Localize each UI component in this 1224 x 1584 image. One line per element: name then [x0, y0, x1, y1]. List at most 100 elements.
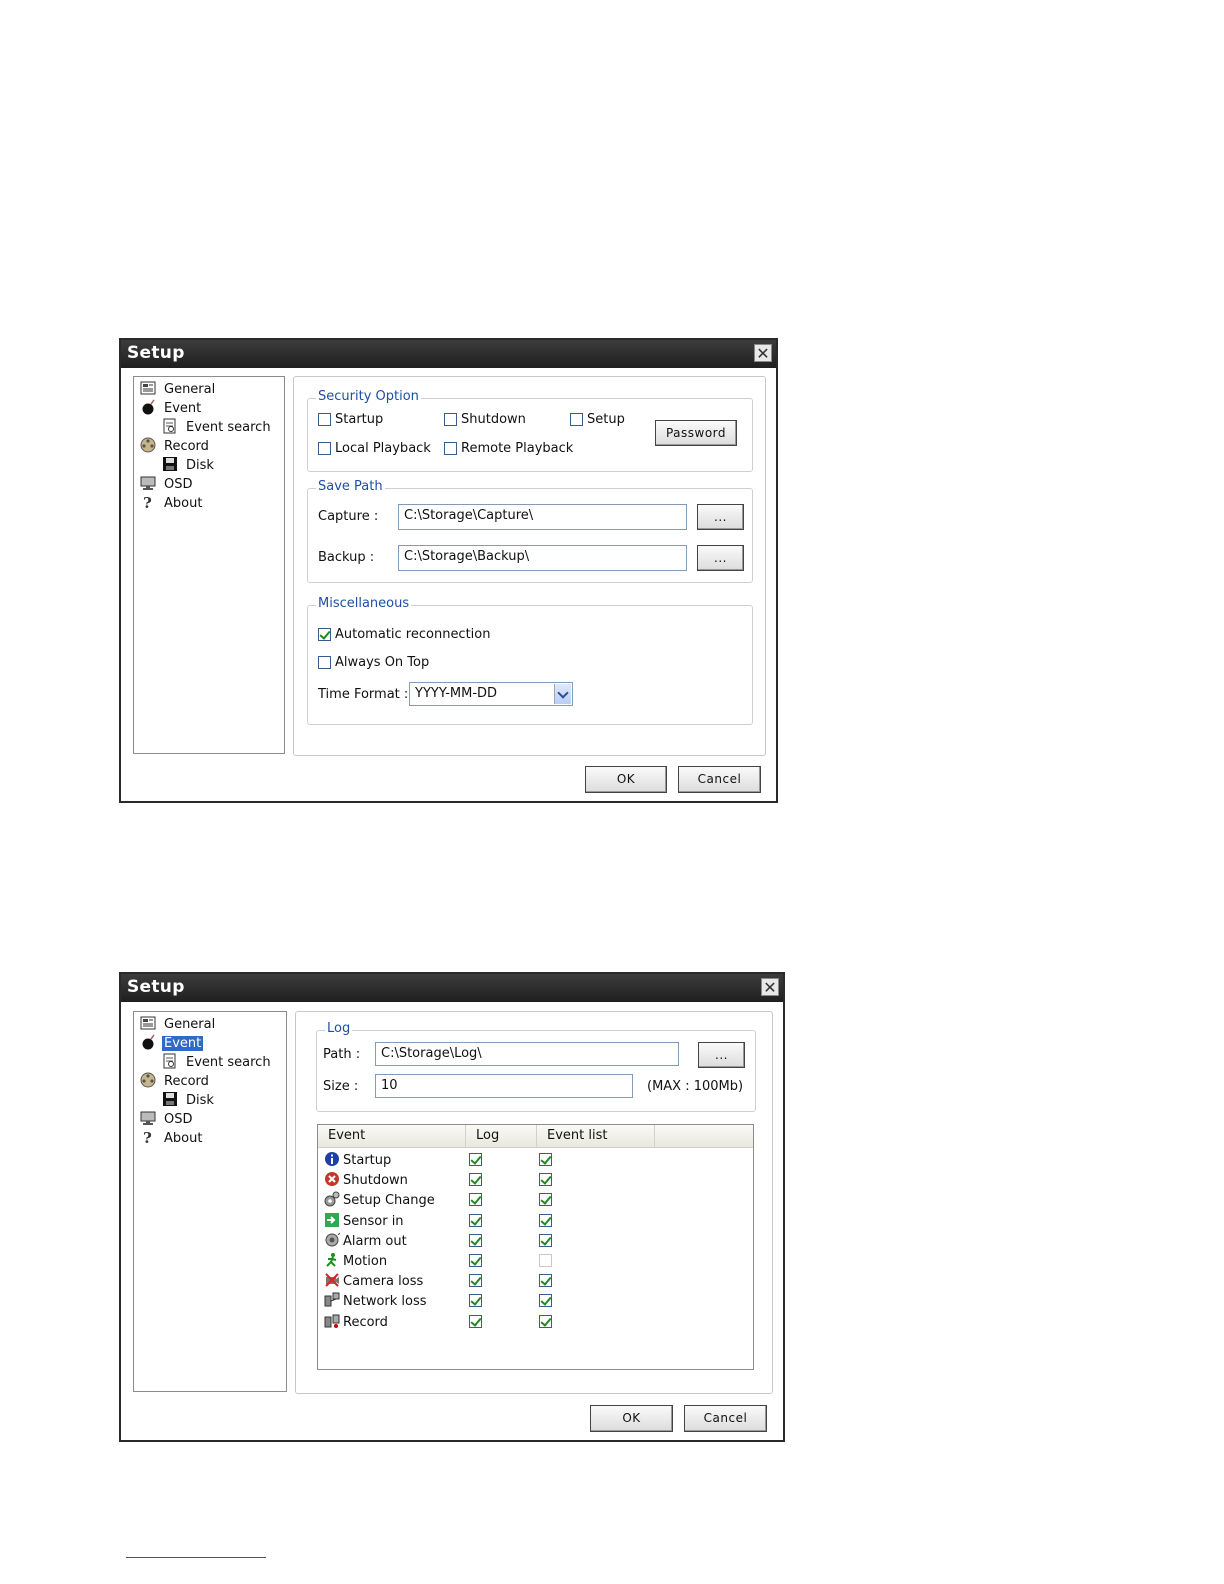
backup-path-field[interactable]: C:\Storage\Backup\ [398, 545, 687, 571]
event-list-checkbox[interactable] [539, 1294, 552, 1308]
log-checkbox[interactable] [469, 1193, 482, 1207]
table-row[interactable]: Network loss [318, 1290, 753, 1310]
log-checkbox[interactable] [469, 1173, 482, 1187]
setup-checkbox[interactable]: Setup [570, 412, 625, 428]
checkbox-box[interactable] [570, 413, 583, 426]
table-header: Event Log Event list [318, 1125, 753, 1148]
capture-path-field[interactable]: C:\Storage\Capture\ [398, 504, 687, 530]
remote-playback-checkbox[interactable]: Remote Playback [444, 441, 573, 457]
log-checkbox[interactable] [469, 1254, 482, 1267]
password-button[interactable]: Password [655, 420, 737, 446]
table-row[interactable]: Shutdown [318, 1169, 753, 1189]
cancel-button[interactable]: Cancel [678, 766, 761, 793]
backup-browse-button[interactable]: ... [697, 545, 744, 571]
tree-label: Event [164, 401, 202, 416]
tree-item-disk[interactable]: Disk [162, 1091, 216, 1109]
event-list-checkbox[interactable] [539, 1173, 552, 1187]
event-name: Motion [343, 1254, 388, 1269]
time-format-label: Time Format : [318, 687, 409, 702]
column-header-log[interactable]: Log [466, 1125, 537, 1147]
bomb-icon [140, 399, 156, 415]
tree-item-osd[interactable]: OSD [140, 1110, 195, 1128]
table-row[interactable]: Startup [318, 1149, 753, 1169]
log-checkbox[interactable] [469, 1153, 482, 1166]
event-name: Record [343, 1314, 388, 1330]
tree-item-osd[interactable]: OSD [140, 475, 195, 493]
checkbox-box[interactable] [318, 442, 331, 455]
checkbox-box[interactable] [444, 413, 457, 426]
tree-item-event-search[interactable]: Event search [162, 418, 273, 436]
event-cell: Alarm out [324, 1232, 407, 1249]
table-row[interactable]: Camera loss [318, 1270, 753, 1290]
event-list-checkbox[interactable] [539, 1314, 552, 1328]
column-header-event-list[interactable]: Event list [537, 1125, 655, 1147]
column-header-event[interactable]: Event [318, 1125, 466, 1147]
event-search-icon [162, 418, 178, 434]
event-list-checkbox[interactable] [539, 1153, 552, 1166]
log-browse-button[interactable]: ... [698, 1042, 745, 1068]
tree-item-general[interactable]: General [140, 380, 217, 398]
always-on-top-checkbox[interactable]: Always On Top [318, 655, 429, 671]
capture-browse-button[interactable]: ... [697, 504, 744, 530]
record-icon [324, 1313, 340, 1329]
checkbox-box[interactable] [444, 442, 457, 455]
time-format-select[interactable]: YYYY-MM-DD [409, 682, 573, 706]
time-format-value: YYYY-MM-DD [415, 686, 498, 701]
auto-reconnect-checkbox[interactable]: Automatic reconnection [318, 627, 491, 643]
tree-item-event-search[interactable]: Event search [162, 1053, 273, 1071]
path-label: Path : [323, 1047, 361, 1062]
log-checkbox[interactable] [469, 1314, 482, 1328]
title-bar[interactable]: Setup ✕ [121, 340, 776, 368]
table-row[interactable]: Setup Change [318, 1189, 753, 1209]
table-row[interactable]: Motion [318, 1250, 753, 1270]
tree-item-record[interactable]: Record [140, 1072, 211, 1090]
chevron-down-icon[interactable] [554, 684, 571, 704]
event-list-checkbox[interactable] [539, 1254, 552, 1267]
log-size-field[interactable]: 10 [375, 1074, 633, 1098]
shutdown-checkbox[interactable]: Shutdown [444, 412, 526, 428]
checkbox-box[interactable] [318, 628, 331, 641]
event-name: Sensor in [343, 1213, 404, 1229]
tree-label: Event search [186, 420, 271, 435]
table-row[interactable]: Sensor in [318, 1210, 753, 1230]
event-list-checkbox[interactable] [539, 1193, 552, 1207]
checkbox-box[interactable] [318, 413, 331, 426]
ok-button[interactable]: OK [590, 1405, 673, 1432]
floppy-disk-icon [162, 456, 178, 472]
tree-item-general[interactable]: General [140, 1015, 217, 1033]
log-checkbox[interactable] [469, 1233, 482, 1247]
title-bar[interactable]: Setup ✕ [121, 974, 783, 1002]
checkbox-box[interactable] [318, 656, 331, 669]
close-button[interactable]: ✕ [761, 978, 779, 996]
svg-text:?: ? [143, 1129, 152, 1145]
tree-item-disk[interactable]: Disk [162, 456, 216, 474]
motion-icon [324, 1252, 340, 1268]
tree-label: OSD [164, 1112, 193, 1127]
log-checkbox[interactable] [469, 1213, 482, 1227]
local-playback-checkbox[interactable]: Local Playback [318, 441, 431, 457]
tree-item-about[interactable]: ? About [140, 1129, 204, 1147]
event-list-checkbox[interactable] [539, 1274, 552, 1288]
event-list-checkbox[interactable] [539, 1213, 552, 1227]
tree-item-event[interactable]: Event [140, 1034, 204, 1052]
security-option-legend: Security Option [316, 389, 421, 404]
cancel-button[interactable]: Cancel [684, 1405, 767, 1432]
checkbox-label: Setup [587, 412, 625, 427]
tree-item-about[interactable]: ? About [140, 494, 204, 512]
tree-item-event[interactable]: Event [140, 399, 203, 417]
log-checkbox[interactable] [469, 1294, 482, 1308]
table-row[interactable]: Record [318, 1311, 753, 1331]
log-path-field[interactable]: C:\Storage\Log\ [375, 1042, 679, 1066]
log-checkbox[interactable] [469, 1274, 482, 1288]
event-table[interactable]: Event Log Event list Startup Shutdown Setu… [317, 1124, 754, 1370]
ok-button[interactable]: OK [585, 766, 667, 793]
table-row[interactable]: Alarm out [318, 1230, 753, 1250]
event-list-checkbox[interactable] [539, 1233, 552, 1247]
close-button[interactable]: ✕ [754, 344, 772, 362]
film-reel-icon [140, 1072, 156, 1088]
settings-panel: Security Option Startup Shutdown Setup L… [293, 376, 766, 756]
startup-checkbox[interactable]: Startup [318, 412, 383, 428]
tree-item-record[interactable]: Record [140, 437, 211, 455]
log-legend: Log [325, 1021, 353, 1036]
log-group: Log Path : C:\Storage\Log\ ... Size : 10… [316, 1021, 756, 1112]
